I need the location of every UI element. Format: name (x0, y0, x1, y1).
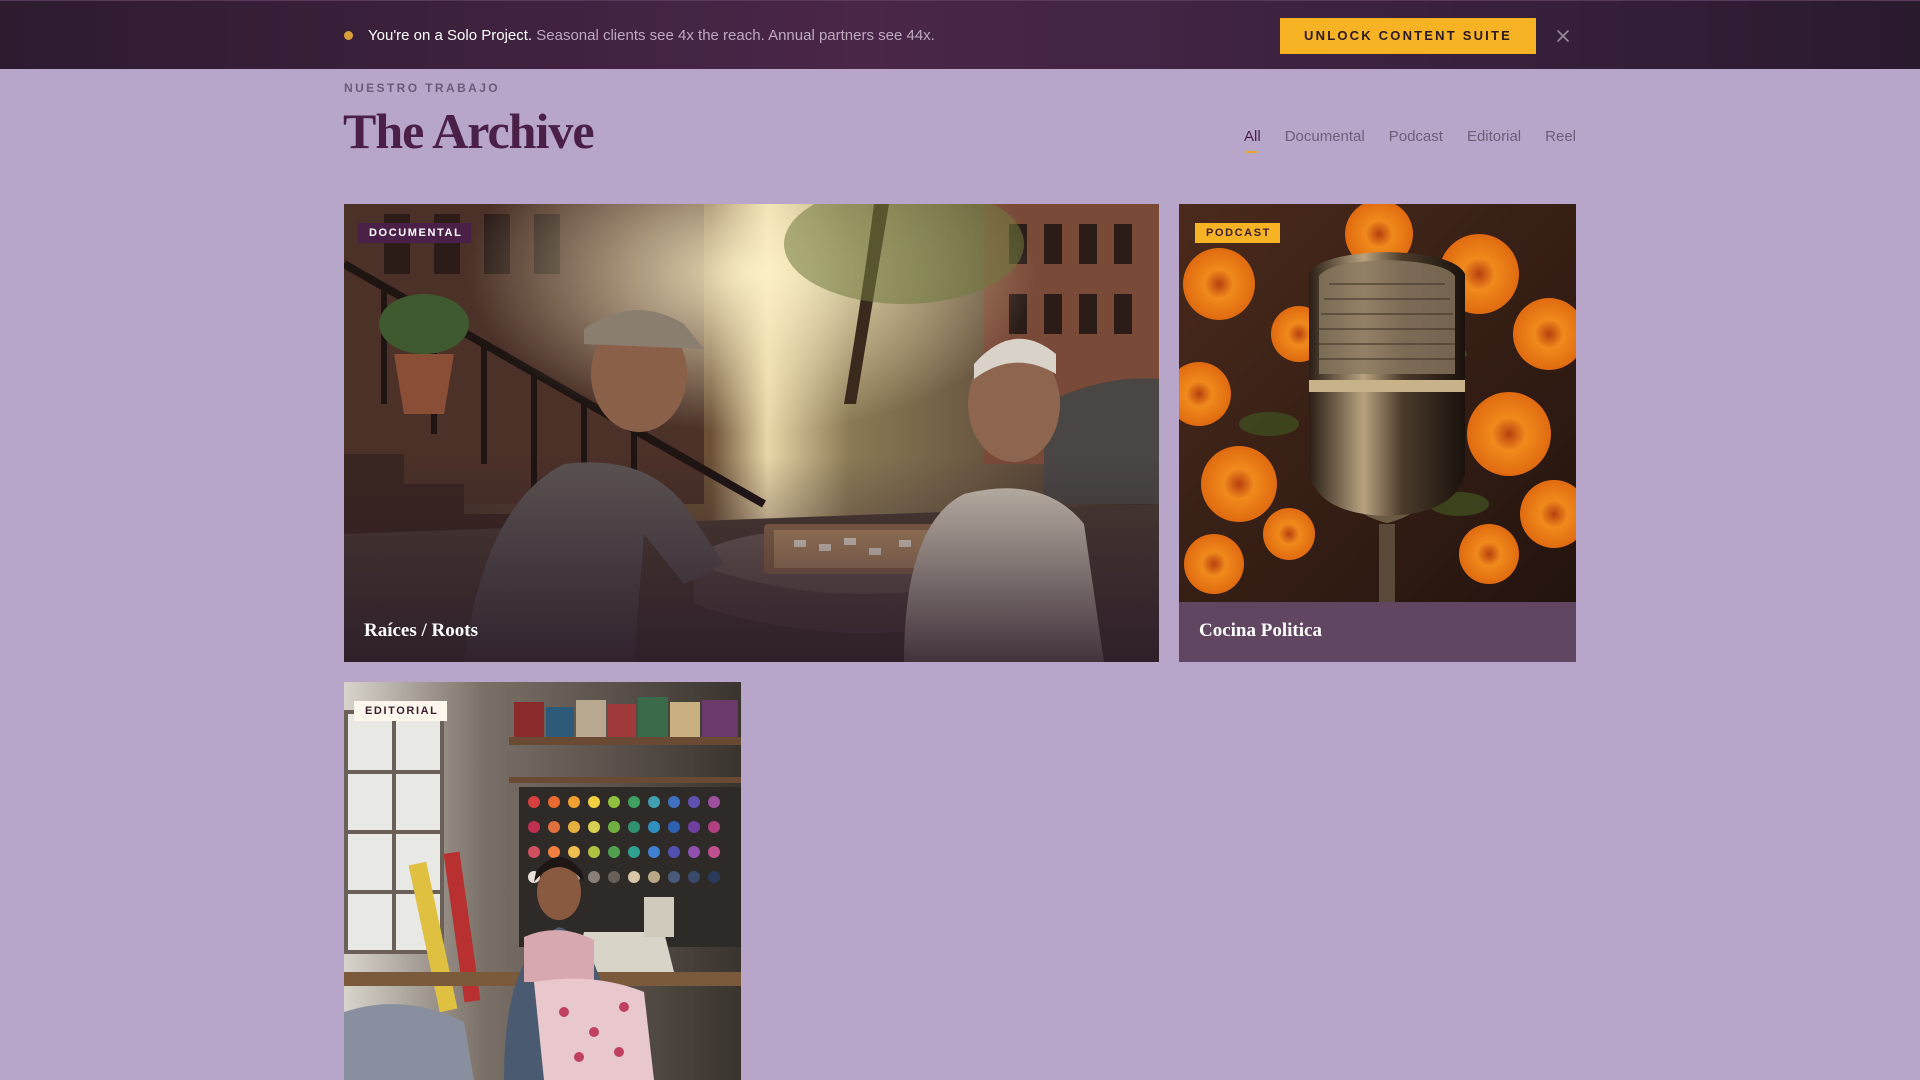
promo-banner-content: You're on a Solo Project. Seasonal clien… (344, 1, 1576, 70)
card-image-dominoes-street (344, 204, 1159, 662)
archive-card-cocina-politica[interactable]: PODCAST Cocina Politica (1179, 204, 1576, 662)
card-title-roots: Raíces / Roots (364, 620, 478, 641)
archive-card-roots[interactable]: DOCUMENTAL Raíces / Roots (344, 204, 1159, 662)
category-badge-editorial: EDITORIAL (354, 701, 448, 721)
card-title-cocina-politica: Cocina Politica (1199, 620, 1322, 641)
filter-tab-documental[interactable]: Documental (1285, 128, 1365, 153)
card-caption: Cocina Politica (1179, 600, 1576, 662)
promo-detail: Seasonal clients see 4x the reach. Annua… (532, 27, 935, 44)
card-caption: Raíces / Roots (344, 600, 1159, 662)
filter-tabs: All Documental Podcast Editorial Reel (1244, 128, 1576, 153)
filter-tab-editorial[interactable]: Editorial (1467, 128, 1521, 153)
promo-plan-name: You're on a Solo Project. (368, 27, 533, 44)
section-eyebrow: NUESTRO TRABAJO (344, 81, 501, 95)
category-badge-documental: DOCUMENTAL (358, 223, 472, 243)
filter-tab-all[interactable]: All (1244, 128, 1261, 153)
card-image-microphone-marigolds (1179, 204, 1576, 662)
filter-tab-podcast[interactable]: Podcast (1389, 128, 1443, 153)
close-icon[interactable] (1550, 23, 1576, 49)
status-dot-icon (344, 31, 353, 40)
filter-tab-reel[interactable]: Reel (1545, 128, 1576, 153)
page-title: The Archive (343, 103, 595, 159)
card-image-sewing-workshop (344, 682, 741, 1080)
promo-message: You're on a Solo Project. Seasonal clien… (368, 27, 935, 44)
category-badge-podcast: PODCAST (1195, 223, 1280, 243)
promo-banner: You're on a Solo Project. Seasonal clien… (0, 0, 1920, 69)
unlock-content-suite-button[interactable]: UNLOCK CONTENT SUITE (1280, 17, 1536, 54)
archive-card-editorial[interactable]: EDITORIAL (344, 682, 741, 1080)
